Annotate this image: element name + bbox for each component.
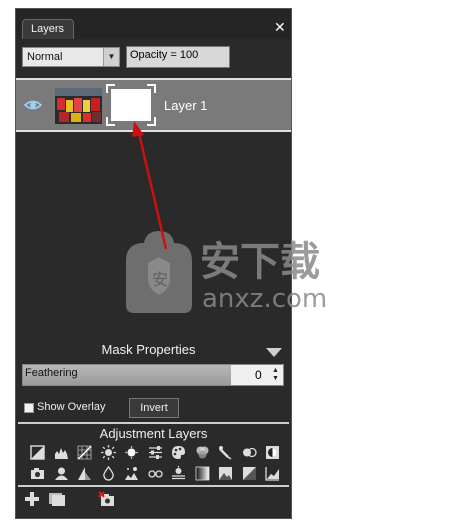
add-layer-icon[interactable]: [24, 491, 40, 507]
layers-panel: Layers ✕ Normal ▼ Opacity = 100 Layer 1 …: [15, 8, 327, 519]
feathering-label: Feathering: [25, 367, 78, 379]
delete-layer-icon[interactable]: [98, 491, 116, 507]
duplicate-layer-icon[interactable]: [48, 491, 66, 507]
adjustment-icons-row-2: [30, 466, 280, 484]
show-overlay-label: Show Overlay: [37, 401, 106, 413]
collapse-triangle-icon[interactable]: [266, 348, 282, 357]
adjustment-icons-row-1: [30, 445, 280, 463]
blur-icon[interactable]: [124, 466, 139, 481]
photo-icon[interactable]: [218, 466, 233, 481]
chart-icon[interactable]: [265, 466, 280, 481]
circles-icon[interactable]: [242, 445, 257, 460]
grain-icon[interactable]: [171, 466, 186, 481]
adjustment-layers-title: Adjustment Layers: [99, 426, 208, 441]
contrast-square-icon[interactable]: [242, 466, 257, 481]
divider: [18, 485, 289, 487]
person-icon[interactable]: [54, 466, 69, 481]
half-circle-icon[interactable]: [265, 445, 280, 460]
spinner-icon[interactable]: ▲ ▼: [272, 367, 279, 383]
feathering-value[interactable]: 0: [255, 368, 262, 382]
contrast-icon[interactable]: [124, 445, 139, 460]
palette-icon[interactable]: [171, 445, 186, 460]
curves-icon[interactable]: [77, 445, 92, 460]
gradient-icon[interactable]: [195, 466, 210, 481]
mask-properties-title: Mask Properties: [101, 342, 196, 357]
camera-icon[interactable]: [30, 466, 45, 481]
glasses-icon[interactable]: [147, 466, 163, 481]
annotation-arrow: [132, 121, 168, 250]
hue-icon[interactable]: [195, 445, 210, 460]
triangle-icon[interactable]: [77, 466, 92, 481]
sliders-icon[interactable]: [148, 445, 163, 460]
drop-icon[interactable]: [101, 466, 116, 481]
levels-icon[interactable]: [54, 445, 69, 460]
show-overlay-checkbox[interactable]: [24, 403, 34, 413]
brightness-icon[interactable]: [100, 445, 116, 460]
exposure-icon[interactable]: [30, 445, 45, 460]
divider: [18, 422, 289, 424]
color-pick-icon[interactable]: [218, 445, 233, 460]
feathering-slider[interactable]: Feathering 0 ▲ ▼: [22, 364, 284, 386]
invert-button[interactable]: Invert: [129, 398, 179, 418]
